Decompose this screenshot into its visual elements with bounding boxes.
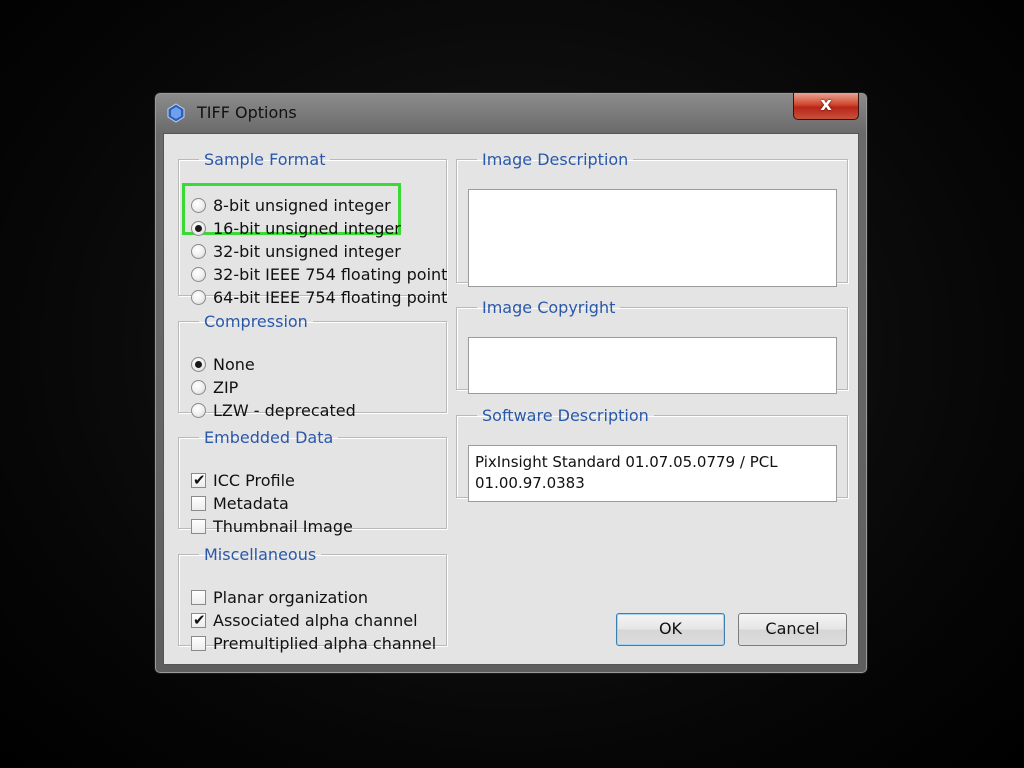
window-title: TIFF Options xyxy=(197,103,297,122)
radio-button[interactable] xyxy=(191,380,206,395)
embedded-data-group: Embedded Data ✔ ICC Profile Metadata Thu… xyxy=(178,428,447,536)
radio-label: LZW - deprecated xyxy=(213,401,356,420)
checkmark-icon: ✔ xyxy=(193,471,206,489)
checkbox[interactable]: ✔ xyxy=(191,471,206,489)
image-description-legend: Image Description xyxy=(482,150,629,169)
sample-format-group: Sample Format 8-bit unsigned integer 16-… xyxy=(178,150,448,307)
image-copyright-input[interactable] xyxy=(468,337,837,394)
cancel-button[interactable]: Cancel xyxy=(738,613,847,646)
radio-selected-dot xyxy=(195,225,202,232)
checkbox[interactable]: ✔ xyxy=(191,611,206,629)
radio-label: 16-bit unsigned integer xyxy=(213,219,401,238)
image-copyright-legend: Image Copyright xyxy=(482,298,616,317)
software-description-input[interactable]: PixInsight Standard 01.07.05.0779 / PCL … xyxy=(468,445,837,502)
software-description-group: Software Description PixInsight Standard… xyxy=(456,406,848,502)
embedded-data-legend: Embedded Data xyxy=(204,428,334,447)
radio-button[interactable] xyxy=(191,221,206,236)
radio-label: 8-bit unsigned integer xyxy=(213,196,391,215)
checkbox-label: Premultiplied alpha channel xyxy=(213,634,437,653)
close-button[interactable]: x xyxy=(793,93,859,120)
radio-button[interactable] xyxy=(191,403,206,418)
checkbox[interactable] xyxy=(191,636,206,651)
checkbox[interactable] xyxy=(191,496,206,511)
image-copyright-group: Image Copyright xyxy=(456,298,848,394)
ok-button[interactable]: OK xyxy=(616,613,725,646)
checkbox-label: Metadata xyxy=(213,494,289,513)
radio-selected-dot xyxy=(195,361,202,368)
checkmark-icon: ✔ xyxy=(193,611,206,629)
checkbox-label: ICC Profile xyxy=(213,471,295,490)
software-description-legend: Software Description xyxy=(482,406,649,425)
close-icon: x xyxy=(820,94,832,115)
radio-button[interactable] xyxy=(191,357,206,372)
checkbox-label: Associated alpha channel xyxy=(213,611,418,630)
miscellaneous-group: Miscellaneous Planar organization ✔ Asso… xyxy=(178,545,447,653)
dialog-client-area: Sample Format 8-bit unsigned integer 16-… xyxy=(163,133,859,665)
sample-format-legend: Sample Format xyxy=(204,150,326,169)
radio-label: ZIP xyxy=(213,378,239,397)
radio-button[interactable] xyxy=(191,244,206,259)
checkbox[interactable] xyxy=(191,519,206,534)
pixinsight-app-icon xyxy=(167,103,185,123)
radio-button[interactable] xyxy=(191,198,206,213)
image-description-input[interactable] xyxy=(468,189,837,287)
image-description-group: Image Description xyxy=(456,150,848,287)
checkbox[interactable] xyxy=(191,590,206,605)
radio-label: 32-bit IEEE 754 floating point xyxy=(213,265,448,284)
compression-group: Compression None ZIP LZW - deprecated xyxy=(178,312,447,420)
radio-button[interactable] xyxy=(191,267,206,282)
tiff-options-dialog: TIFF Options x Sample Format 8-bit unsig… xyxy=(154,92,868,674)
radio-label: None xyxy=(213,355,255,374)
radio-button[interactable] xyxy=(191,290,206,305)
checkbox-label: Planar organization xyxy=(213,588,368,607)
title-bar[interactable]: TIFF Options x xyxy=(155,93,867,133)
compression-legend: Compression xyxy=(204,312,308,331)
miscellaneous-legend: Miscellaneous xyxy=(204,545,317,564)
radio-label: 32-bit unsigned integer xyxy=(213,242,401,261)
checkbox-label: Thumbnail Image xyxy=(213,517,353,536)
radio-label: 64-bit IEEE 754 floating point xyxy=(213,288,448,307)
